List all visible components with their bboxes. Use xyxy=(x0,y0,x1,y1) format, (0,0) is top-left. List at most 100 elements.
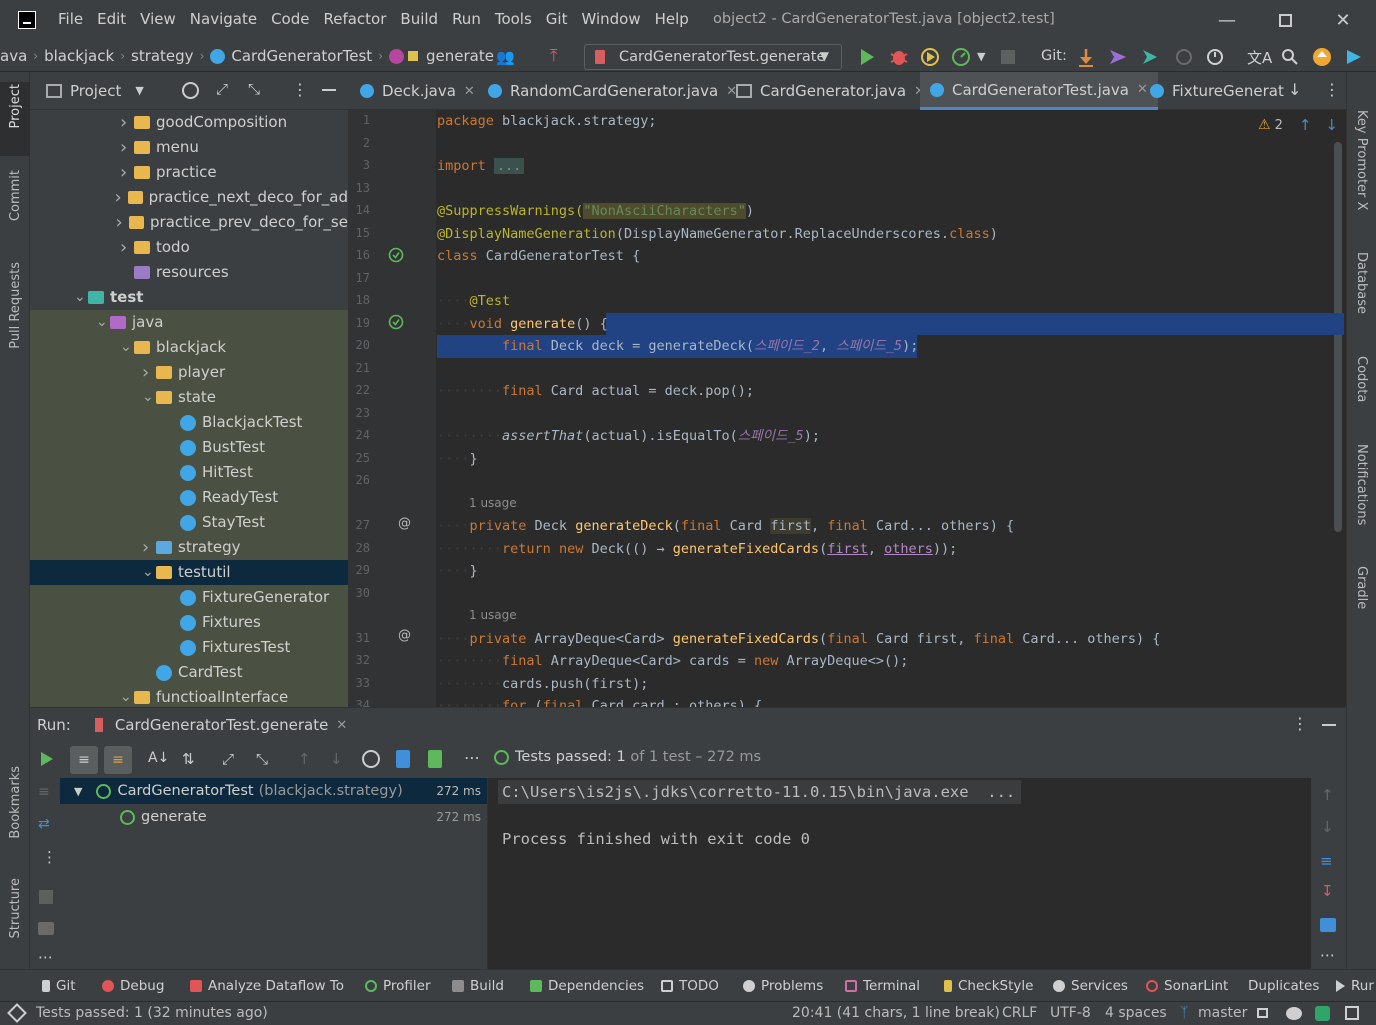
tree-item[interactable]: › player xyxy=(30,360,348,385)
rerun-icon[interactable] xyxy=(39,750,55,768)
menu-help[interactable]: Help xyxy=(655,10,689,28)
import-tests-icon[interactable] xyxy=(396,750,410,768)
update-icon[interactable] xyxy=(1311,46,1333,68)
code-line[interactable]: ····void generate() { xyxy=(437,313,608,335)
code-line[interactable]: import ... xyxy=(437,155,525,177)
menu-window[interactable]: Window xyxy=(581,10,640,28)
more-options-icon[interactable]: ⋯ xyxy=(38,948,53,966)
project-panel-title[interactable]: Project xyxy=(70,82,121,100)
soft-wrap-icon[interactable]: ≡ xyxy=(1320,852,1333,870)
expand-all-icon[interactable]: ⤢ xyxy=(222,750,234,768)
code-line[interactable]: ····} xyxy=(437,448,478,470)
tree-item[interactable]: › todo xyxy=(30,235,348,260)
notification-icon[interactable] xyxy=(1345,1006,1359,1020)
code-line[interactable]: ····private ArrayDeque<Card> generateFix… xyxy=(437,628,1160,650)
menu-view[interactable]: View xyxy=(140,10,176,28)
breadcrumb-class[interactable]: CardGeneratorTest xyxy=(231,47,372,65)
more-options-icon[interactable]: ⋯ xyxy=(1320,946,1335,964)
line-separator[interactable]: CRLF xyxy=(1002,1005,1037,1021)
tree-item[interactable]: › menu xyxy=(30,135,348,160)
tree-item[interactable]: ⌄ java xyxy=(30,310,348,335)
menu-code[interactable]: Code xyxy=(271,10,309,28)
collapse-all-icon[interactable]: ⤡ xyxy=(248,80,260,98)
close-tab-icon[interactable]: ✕ xyxy=(1137,82,1148,97)
dependencies-tool-button[interactable]: Dependencies xyxy=(530,978,644,994)
collapse-all-icon[interactable]: ⤡ xyxy=(256,750,268,768)
chevron-down-icon[interactable]: ⌄ xyxy=(74,285,88,310)
profiler-tool-button[interactable]: Profiler xyxy=(365,978,431,994)
code-line[interactable]: ········cards.push(first); xyxy=(437,673,648,695)
key-promoter-tool-tab[interactable]: Key Promoter X xyxy=(1354,110,1369,210)
git-commit-icon[interactable] xyxy=(1107,46,1129,68)
run-test-method-icon[interactable] xyxy=(388,314,404,330)
tree-item[interactable]: ⌄ state xyxy=(30,385,348,410)
editor-scrollbar[interactable] xyxy=(1334,142,1342,532)
hammer-icon[interactable]: ⤒ xyxy=(550,46,558,66)
notifications-tool-tab[interactable]: Notifications xyxy=(1354,444,1369,525)
chevron-down-icon[interactable]: ⌄ xyxy=(142,385,156,410)
more-options-icon[interactable]: ⋯ xyxy=(464,748,480,767)
arrow-up-icon[interactable]: ↑ xyxy=(1321,786,1334,804)
tab-deck[interactable]: Deck.java ✕ xyxy=(360,72,475,110)
chevron-down-icon[interactable]: ⌄ xyxy=(120,685,134,707)
code-line[interactable]: ········assertThat(actual).isEqualTo(스페이… xyxy=(437,425,820,447)
git-tool-button[interactable]: Git xyxy=(42,978,76,994)
structure-tool-tab[interactable]: Structure xyxy=(8,878,23,938)
menu-tools[interactable]: Tools xyxy=(495,10,532,28)
tree-item[interactable]: › practice_prev_deco_for_se xyxy=(30,210,348,235)
target-icon[interactable] xyxy=(182,82,199,99)
code-editor[interactable]: 1 2 3 13 14 15 16 17 18 19 20 21 22 23 24 25 26 27 28 29 30 3… xyxy=(348,110,1346,707)
show-passed-icon[interactable]: ≡ xyxy=(70,746,98,774)
problems-tool-button[interactable]: Problems xyxy=(743,978,823,994)
coverage-icon[interactable] xyxy=(919,46,941,68)
run-tool-button[interactable]: Rur xyxy=(1336,978,1374,994)
sort-duration-icon[interactable]: ⇅ xyxy=(182,750,195,768)
sort-alpha-icon[interactable]: A↓ xyxy=(148,750,169,766)
code-line[interactable]: class CardGeneratorTest { xyxy=(437,245,640,267)
bookmarks-tool-tab[interactable]: Bookmarks xyxy=(8,766,23,839)
search-icon[interactable] xyxy=(1279,46,1301,68)
codota-tool-tab[interactable]: Codota xyxy=(1354,356,1369,402)
arrow-up-icon[interactable]: ↑ xyxy=(1299,116,1312,134)
show-ignored-icon[interactable]: ≡ xyxy=(104,746,132,774)
tree-item[interactable]: ⌄ functioalInterface xyxy=(30,685,348,707)
chevron-down-icon[interactable]: ⌄ xyxy=(96,310,110,335)
more-options-icon[interactable]: ⋮ xyxy=(292,80,308,99)
history-icon[interactable] xyxy=(1173,46,1195,68)
usage-hint[interactable]: 1 usage xyxy=(469,608,517,622)
swap-icon[interactable]: ⇄ xyxy=(38,816,50,832)
code-line[interactable]: ········return new Deck(() → generateFix… xyxy=(437,538,957,560)
tree-item[interactable]: BustTest xyxy=(30,435,348,460)
breadcrumb-package[interactable]: blackjack xyxy=(44,47,114,65)
tree-item[interactable]: › strategy xyxy=(30,535,348,560)
tree-item[interactable]: ⌄ testutil xyxy=(30,560,348,585)
tab-card-generator[interactable]: CardGenerator.java✕ xyxy=(736,72,925,110)
status-message[interactable]: Tests passed: 1 (32 minutes ago) xyxy=(36,1005,268,1021)
debug-tool-button[interactable]: Debug xyxy=(102,978,164,994)
tab-fixture-generator[interactable]: FixtureGenerat xyxy=(1150,72,1284,110)
menu-run[interactable]: Run xyxy=(452,10,481,28)
close-button[interactable]: ✕ xyxy=(1328,10,1358,32)
stop-icon[interactable] xyxy=(39,890,53,904)
code-line[interactable]: ····} xyxy=(437,560,478,582)
gradle-tool-tab[interactable]: Gradle xyxy=(1354,566,1369,609)
chevron-right-icon[interactable]: › xyxy=(120,160,134,185)
close-tab-icon[interactable]: ✕ xyxy=(336,718,347,733)
indent-setting[interactable]: 4 spaces xyxy=(1105,1005,1167,1021)
plugin-status-icon[interactable] xyxy=(1315,1006,1330,1021)
status-layout-icon[interactable] xyxy=(7,1003,27,1023)
tree-item[interactable]: › practice_next_deco_for_ad xyxy=(30,185,348,210)
debug-icon[interactable] xyxy=(888,46,910,68)
chevron-down-icon[interactable]: ⌄ xyxy=(142,560,156,585)
minimize-button[interactable]: — xyxy=(1212,10,1242,32)
code-line[interactable]: ········final Deck deck = generateDeck(스… xyxy=(437,335,918,357)
tab-card-generator-test[interactable]: CardGeneratorTest.java ✕ xyxy=(920,72,1158,110)
chevron-right-icon[interactable]: › xyxy=(142,360,156,385)
print-icon[interactable] xyxy=(1320,918,1336,932)
export-tests-icon[interactable] xyxy=(428,750,442,768)
breadcrumb-method[interactable]: generate xyxy=(426,47,494,65)
run-configuration-select[interactable]: CardGeneratorTest.generate ▼ xyxy=(584,44,842,70)
collapse-icon[interactable]: ≡ xyxy=(38,784,50,800)
menu-file[interactable]: File xyxy=(58,10,83,28)
project-tool-tab[interactable]: Project xyxy=(8,84,23,128)
